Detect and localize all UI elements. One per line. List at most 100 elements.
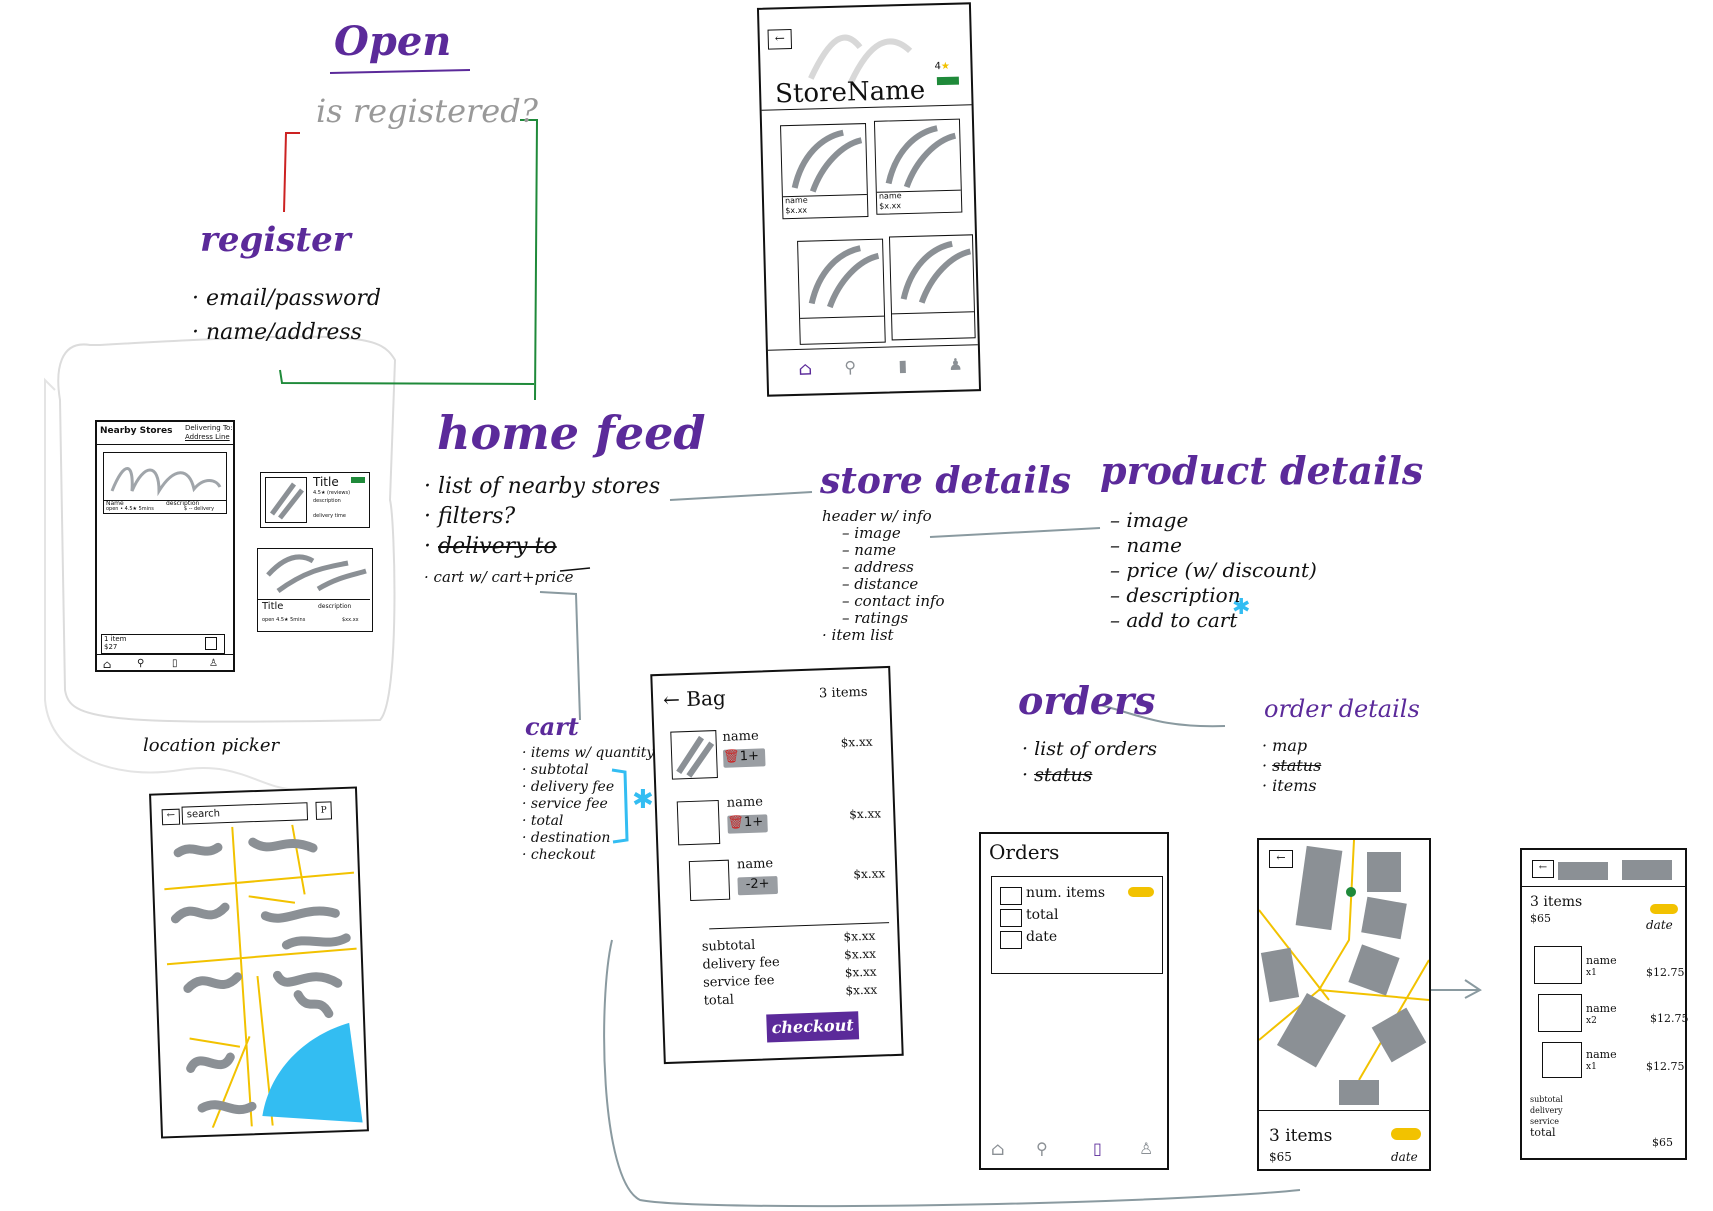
store-name: StoreName — [774, 75, 926, 110]
bag-item-name: name — [736, 856, 774, 873]
store-details-mock: ← 4★ StoreName name $x.xx name $x.xx ⌂ ⚲… — [756, 2, 982, 397]
alt-card-title: Title — [313, 475, 339, 489]
order-map-mock: ← 3 items $65 date — [1257, 838, 1431, 1171]
order-details-item: · map — [1262, 736, 1308, 755]
bookmark-icon[interactable]: ▮ — [898, 356, 907, 375]
store-details-item: header w/ info — [822, 507, 932, 525]
bag-title: ← Bag — [662, 685, 727, 712]
receipt-date: date — [1646, 918, 1673, 932]
bag-item-image — [670, 730, 718, 780]
order-card[interactable]: num. items total date — [991, 876, 1163, 974]
cart-item: · items w/ quantity — [522, 745, 655, 761]
cart-item: · total — [522, 813, 564, 829]
receipt-header-image — [1622, 860, 1672, 880]
order-details-heading: order details — [1264, 695, 1420, 723]
green-connector-2 — [279, 369, 535, 385]
store-details-sub: – address — [842, 558, 914, 576]
quantity-stepper[interactable]: 🗑1+ — [722, 748, 766, 768]
register-heading: register — [200, 220, 351, 260]
product-details-notes: – image – name – price (w/ discount) – d… — [1110, 508, 1317, 633]
green-connector-1 — [520, 119, 539, 401]
product-card[interactable]: name $x.xx — [780, 123, 869, 220]
search-icon[interactable]: ⚲ — [137, 658, 144, 669]
profile-icon[interactable]: ♙ — [209, 658, 218, 669]
store-details-item: · item list — [822, 626, 894, 644]
product-card[interactable] — [797, 238, 886, 345]
order-status-badge — [1391, 1128, 1421, 1140]
filter-icon[interactable]: P — [315, 801, 333, 820]
home-cart-bar[interactable]: 1 item $27 — [101, 634, 225, 654]
bag-mock: ← Bag 3 items name 🗑1+ $x.xx name 🗑1+ $x… — [650, 665, 904, 1065]
order-status-badge — [1650, 904, 1678, 914]
bag-summary-labels: subtotal delivery fee service fee total — [702, 936, 782, 1011]
cart-total: $27 — [104, 643, 118, 651]
summary-label: total — [703, 992, 735, 1009]
home-feed-heading: home feed — [437, 406, 706, 460]
home-icon[interactable]: ⌂ — [798, 359, 812, 380]
alt-card-image — [265, 477, 307, 523]
product-details-item: – name — [1110, 533, 1182, 557]
location-picker-mock: ← search P — [149, 786, 369, 1139]
alt-card-desc: description — [313, 498, 341, 504]
home-icon[interactable]: ⌂ — [991, 1139, 1005, 1160]
product-card[interactable] — [888, 234, 976, 341]
product-card[interactable]: name $x.xx — [873, 118, 963, 215]
bag-item-name: name — [722, 728, 759, 745]
checkout-button[interactable]: checkout — [766, 1011, 860, 1043]
bag-item-image — [688, 859, 731, 902]
receipt-summary-label: total — [1530, 1126, 1556, 1139]
bookmark-icon[interactable]: ▯ — [1093, 1139, 1102, 1158]
map-order-date: date — [1391, 1150, 1418, 1164]
receipt-item-qty: x2 — [1586, 1016, 1597, 1026]
green-badge — [351, 477, 365, 483]
receipt-price: $65 — [1530, 912, 1551, 925]
receipt-item-image — [1534, 946, 1582, 984]
summary-value: $x.xx — [844, 964, 877, 980]
product-name: name — [784, 195, 808, 206]
connector-store-product — [929, 527, 1101, 538]
receipt-item-price: $12.75 — [1646, 1060, 1685, 1073]
home-header-address: Address Line — [185, 433, 230, 441]
wide-card-price: $xx.xx — [342, 617, 359, 623]
register-item: · name/address — [192, 320, 362, 345]
store-details-sub: – distance — [842, 575, 919, 593]
home-header-title: Nearby Stores — [100, 426, 173, 436]
order-date: date — [1026, 929, 1058, 945]
home-store-card[interactable]: Name description open • 4.5★ 5mins $ -- … — [103, 452, 227, 514]
location-picker-label: location picker — [143, 735, 280, 756]
store-details-sub: – image — [842, 524, 901, 542]
is-registered-label: is registered? — [316, 92, 538, 130]
profile-icon[interactable]: ♟ — [948, 355, 963, 374]
order-details-item: · status — [1262, 756, 1322, 775]
quantity-stepper[interactable]: 🗑1+ — [727, 814, 768, 834]
product-details-item: – description — [1110, 583, 1241, 607]
open-heading: Open — [334, 18, 452, 65]
home-feed-notes: · list of nearby stores · filters? · del… — [424, 472, 660, 592]
back-icon[interactable]: ← — [161, 808, 181, 826]
search-icon[interactable]: ⚲ — [844, 357, 856, 376]
receipt-item-name: name — [1586, 1002, 1617, 1015]
product-details-item: – price (w/ discount) — [1110, 558, 1317, 582]
summary-value: $x.xx — [843, 928, 876, 944]
bag-icon — [205, 637, 217, 650]
orders-item: · status — [1022, 764, 1093, 786]
store-details-sub: – contact info — [842, 592, 945, 610]
profile-icon[interactable]: ♙ — [1139, 1139, 1153, 1158]
receipt-summary: subtotal delivery service total — [1530, 1094, 1563, 1138]
bookmark-icon[interactable]: ▯ — [172, 658, 178, 669]
home-feed-item: · list of nearby stores — [424, 474, 661, 499]
search-icon[interactable]: ⚲ — [1036, 1139, 1048, 1158]
receipt-count: 3 items — [1530, 894, 1583, 910]
back-icon[interactable]: ← — [1532, 860, 1554, 878]
home-icon[interactable]: ⌂ — [103, 658, 111, 671]
quantity-stepper[interactable]: -2+ — [737, 875, 779, 896]
store-details-sub: – ratings — [842, 609, 909, 627]
product-details-item: – add to cart — [1110, 608, 1238, 632]
store-details-notes: header w/ info – image – name – address … — [822, 508, 945, 644]
wide-card-meta: open 4.5★ 5mins — [262, 617, 306, 623]
cart-notes: · items w/ quantity · subtotal · deliver… — [522, 745, 654, 864]
cart-item: · checkout — [522, 847, 596, 863]
cart-item: · subtotal — [522, 762, 589, 778]
search-input[interactable]: search — [181, 802, 309, 825]
wide-card-image — [266, 554, 367, 594]
